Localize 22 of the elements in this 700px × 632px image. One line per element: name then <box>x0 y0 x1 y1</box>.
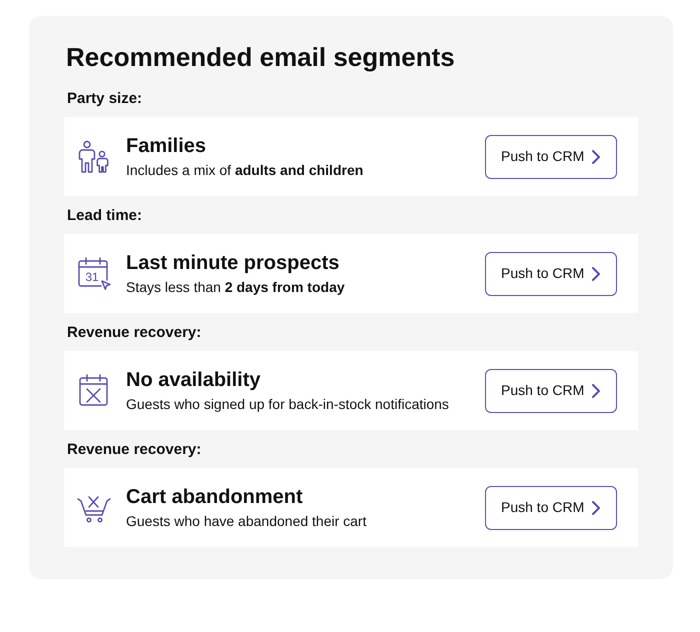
segment-title: No availability <box>126 368 262 392</box>
category-label: Lead time: <box>66 207 144 225</box>
category-label: Revenue recovery: <box>66 324 202 342</box>
segment-description: Includes a mix of adults and children <box>126 160 364 180</box>
push-to-crm-button[interactable]: Push to CRM <box>485 368 617 412</box>
segment-description: Guests who signed up for back-in-stock notifications <box>126 394 450 414</box>
push-to-crm-button[interactable]: Push to CRM <box>485 486 617 530</box>
chevron-right-icon <box>592 266 600 280</box>
chevron-right-icon <box>592 150 600 164</box>
push-to-crm-button[interactable]: Push to CRM <box>485 134 617 178</box>
category-label: Revenue recovery: <box>66 441 202 459</box>
segment-title: Families <box>126 134 208 158</box>
chevron-right-icon <box>592 384 600 398</box>
family-icon <box>77 140 111 174</box>
category-label: Party size: <box>66 90 144 108</box>
panel-title: Recommended email segments <box>65 41 456 74</box>
segment-title: Cart abandonment <box>126 484 304 508</box>
segment-description: Guests who have abandoned their cart <box>126 512 368 530</box>
segment-title: Last minute prospects <box>126 250 340 274</box>
segment-description: Stays less than 2 days from today <box>126 278 346 296</box>
push-to-crm-button[interactable]: Push to CRM <box>485 252 617 296</box>
chevron-right-icon <box>592 500 600 514</box>
